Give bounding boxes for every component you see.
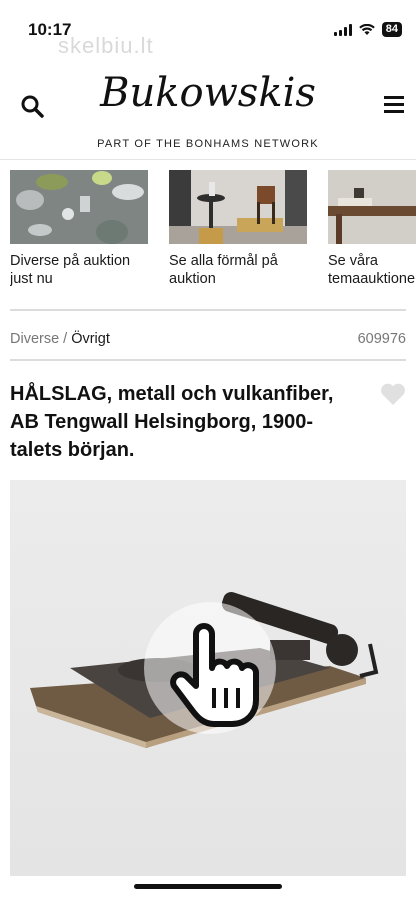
breadcrumb-parent-link[interactable]: Diverse [10,331,59,347]
category-card-theme-auctions[interactable]: Se våra temaauktioner [328,170,416,288]
breadcrumb: Diverse / Övrigt [10,331,110,347]
status-bar: 10:17 skelbiu.lt 84 [0,0,416,58]
site-tagline: PART OF THE BONHAMS NETWORK [97,138,319,150]
category-image-furniture [328,170,416,244]
breadcrumb-separator: / [63,331,68,347]
category-card-all-items[interactable]: Se alla förmål på auktion [169,170,307,288]
category-image-interior [169,170,307,244]
wifi-icon [358,23,375,35]
breadcrumb-current-link[interactable]: Övrigt [71,331,110,347]
signal-icon [333,23,352,36]
heart-icon[interactable] [380,382,406,406]
category-label[interactable]: Se våra temaauktioner [328,252,416,288]
category-carousel[interactable]: Diverse på auktion just nu Se alla förmå… [10,170,416,290]
battery-indicator: 84 [381,22,402,37]
status-icons: 84 [333,22,402,37]
product-photo [10,480,406,876]
category-card-diverse[interactable]: Diverse på auktion just nu [10,170,148,288]
product-title: HÅLSLAG, metall och vulkanfiber, AB Teng… [10,383,334,461]
hamburger-menu-icon[interactable] [384,96,404,114]
divider [10,359,406,361]
category-label[interactable]: Diverse på auktion just nu [10,252,148,288]
category-image-silverware [10,170,148,244]
product-image[interactable] [10,480,406,876]
site-header: Bukowskis PART OF THE BONHAMS NETWORK [0,56,416,160]
home-indicator [134,884,282,889]
divider [10,309,406,311]
category-label[interactable]: Se alla förmål på auktion [169,252,307,288]
lot-number: 609976 [357,331,406,347]
site-logo[interactable]: Bukowskis [0,70,416,116]
